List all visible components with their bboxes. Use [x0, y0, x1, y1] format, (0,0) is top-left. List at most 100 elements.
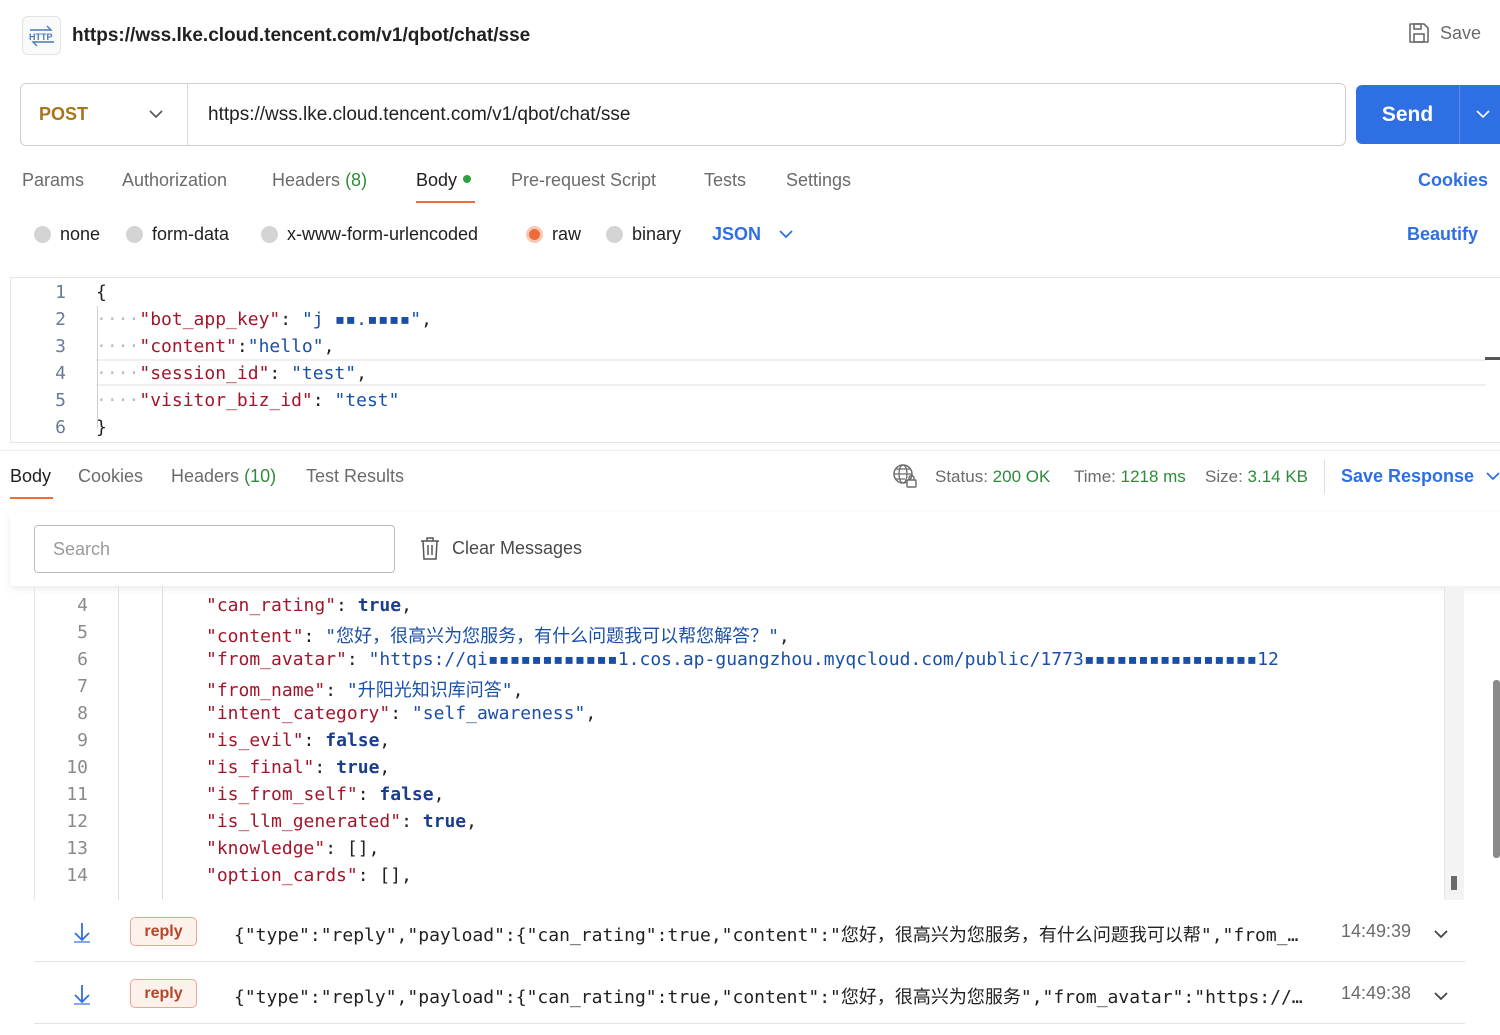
http-icon: HTTP	[22, 16, 61, 55]
radio-indicator	[606, 226, 623, 243]
message-time: 14:49:39	[1341, 921, 1412, 941]
code-line: }	[96, 417, 107, 438]
format-label: JSON	[712, 224, 762, 244]
url-input[interactable]	[188, 103, 1345, 126]
arrow-down-icon	[72, 921, 92, 948]
response-scrollbar[interactable]	[1444, 586, 1464, 900]
response-headers-count: (10)	[244, 466, 277, 486]
section-divider	[0, 450, 1500, 451]
response-scrollbar-thumb[interactable]	[1451, 876, 1457, 890]
gutter-divider	[118, 586, 119, 900]
format-select[interactable]: JSON	[712, 224, 793, 245]
svg-text:HTTP: HTTP	[29, 32, 53, 42]
send-label: Send	[1381, 102, 1434, 126]
message-preview: {"type":"reply","payload":{"can_rating":…	[234, 987, 1303, 1008]
size-readout: Size: 3.14 KB	[1205, 467, 1309, 486]
editor-scroll-marker	[1485, 357, 1500, 360]
message-type-badge: reply	[130, 979, 197, 1008]
line-number: 13	[66, 838, 88, 859]
radio-form-data[interactable]: form-data	[126, 224, 229, 245]
radio-x-www-form-urlencoded[interactable]: x-www-form-urlencoded	[261, 224, 478, 245]
code-line: ····"content":"hello",	[96, 336, 335, 357]
chevron-down-icon	[1476, 110, 1490, 119]
code-line: "is_final": true,	[206, 757, 391, 778]
line-number: 8	[77, 703, 88, 724]
size-value: 3.14 KB	[1247, 467, 1309, 486]
tab-tests[interactable]: Tests	[704, 170, 746, 191]
line-number: 4	[55, 363, 66, 384]
cookies-link[interactable]: Cookies	[1418, 170, 1488, 191]
divider	[1324, 460, 1325, 494]
save-icon	[1409, 23, 1429, 43]
chevron-down-icon	[149, 110, 163, 119]
line-number: 14	[66, 865, 88, 886]
response-tab-headers[interactable]: Headers (10)	[171, 466, 276, 487]
line-number: 10	[66, 757, 88, 778]
chevron-down-icon	[1486, 472, 1500, 481]
message-preview: {"type":"reply","payload":{"can_rating":…	[234, 925, 1299, 946]
time-readout: Time: 1218 ms	[1074, 467, 1186, 486]
line-number: 3	[55, 336, 66, 357]
chevron-down-icon[interactable]	[1434, 926, 1448, 944]
radio-raw[interactable]: raw	[526, 224, 581, 245]
body-modified-dot	[463, 175, 472, 184]
radio-indicator-selected	[526, 226, 543, 243]
arrow-down-icon	[72, 983, 92, 1010]
tab-authorization[interactable]: Authorization	[122, 170, 227, 191]
tab-settings[interactable]: Settings	[786, 170, 851, 191]
line-number: 7	[77, 676, 88, 697]
code-line: "is_from_self": false,	[206, 784, 445, 805]
line-number: 6	[55, 417, 66, 438]
active-tab-indicator	[416, 201, 475, 203]
code-line: "can_rating": true,	[206, 595, 412, 616]
indent-guide	[162, 586, 163, 900]
radio-indicator	[126, 226, 143, 243]
response-tab-body[interactable]: Body	[10, 466, 51, 487]
code-line: "is_llm_generated": true,	[206, 811, 477, 832]
radio-indicator	[261, 226, 278, 243]
code-line: ····"visitor_biz_id": "test"	[96, 390, 400, 411]
save-button[interactable]: Save	[1408, 22, 1481, 44]
line-number: 5	[77, 622, 88, 643]
save-label: Save	[1440, 22, 1482, 43]
beautify-button[interactable]: Beautify	[1407, 224, 1478, 245]
radio-indicator	[34, 226, 51, 243]
tab-headers[interactable]: Headers (8)	[272, 170, 367, 191]
line-number: 6	[77, 649, 88, 670]
code-line: "from_name": "升阳光知识库问答",	[206, 680, 524, 701]
status-value: 200 OK	[992, 467, 1051, 486]
line-number: 9	[77, 730, 88, 751]
response-tab-test-results[interactable]: Test Results	[306, 466, 404, 487]
clear-messages-button[interactable]: Clear Messages	[420, 536, 582, 560]
radio-none[interactable]: none	[34, 224, 100, 245]
save-response-button[interactable]: Save Response	[1341, 466, 1500, 487]
clear-messages-label: Clear Messages	[452, 537, 583, 558]
globe-lock-icon[interactable]	[892, 463, 918, 494]
send-button[interactable]: Send	[1356, 85, 1500, 144]
code-line: "intent_category": "self_awareness",	[206, 703, 597, 724]
send-options-button[interactable]	[1459, 85, 1500, 144]
response-tab-cookies[interactable]: Cookies	[78, 466, 143, 487]
radio-binary[interactable]: binary	[606, 224, 681, 245]
message-time: 14:49:38	[1341, 983, 1412, 1003]
method-select[interactable]: POST	[21, 84, 188, 145]
chevron-down-icon[interactable]	[1434, 988, 1448, 1006]
code-line: "from_avatar": "https://qi▪▪▪▪▪▪▪▪▪▪▪▪1.…	[206, 649, 1279, 670]
line-number: 1	[55, 282, 66, 303]
tab-params[interactable]: Params	[22, 170, 84, 191]
line-number: 4	[77, 595, 88, 616]
code-line: "option_cards": [],	[206, 865, 412, 886]
code-line: ····"bot_app_key": "j ▪▪.▪▪▪▪",	[96, 309, 432, 330]
line-number: 12	[66, 811, 88, 832]
active-tab-indicator	[10, 497, 53, 499]
tab-pre-request-script[interactable]: Pre-request Script	[511, 170, 656, 191]
code-line: ····"session_id": "test",	[96, 363, 367, 384]
line-number: 5	[55, 390, 66, 411]
method-label: POST	[39, 104, 89, 124]
search-input[interactable]	[34, 525, 395, 573]
time-value: 1218 ms	[1120, 467, 1186, 486]
tab-body[interactable]: Body	[416, 170, 472, 191]
page-scrollbar-thumb[interactable]	[1493, 680, 1500, 858]
save-response-label: Save Response	[1341, 466, 1475, 486]
code-line: {	[96, 282, 107, 303]
